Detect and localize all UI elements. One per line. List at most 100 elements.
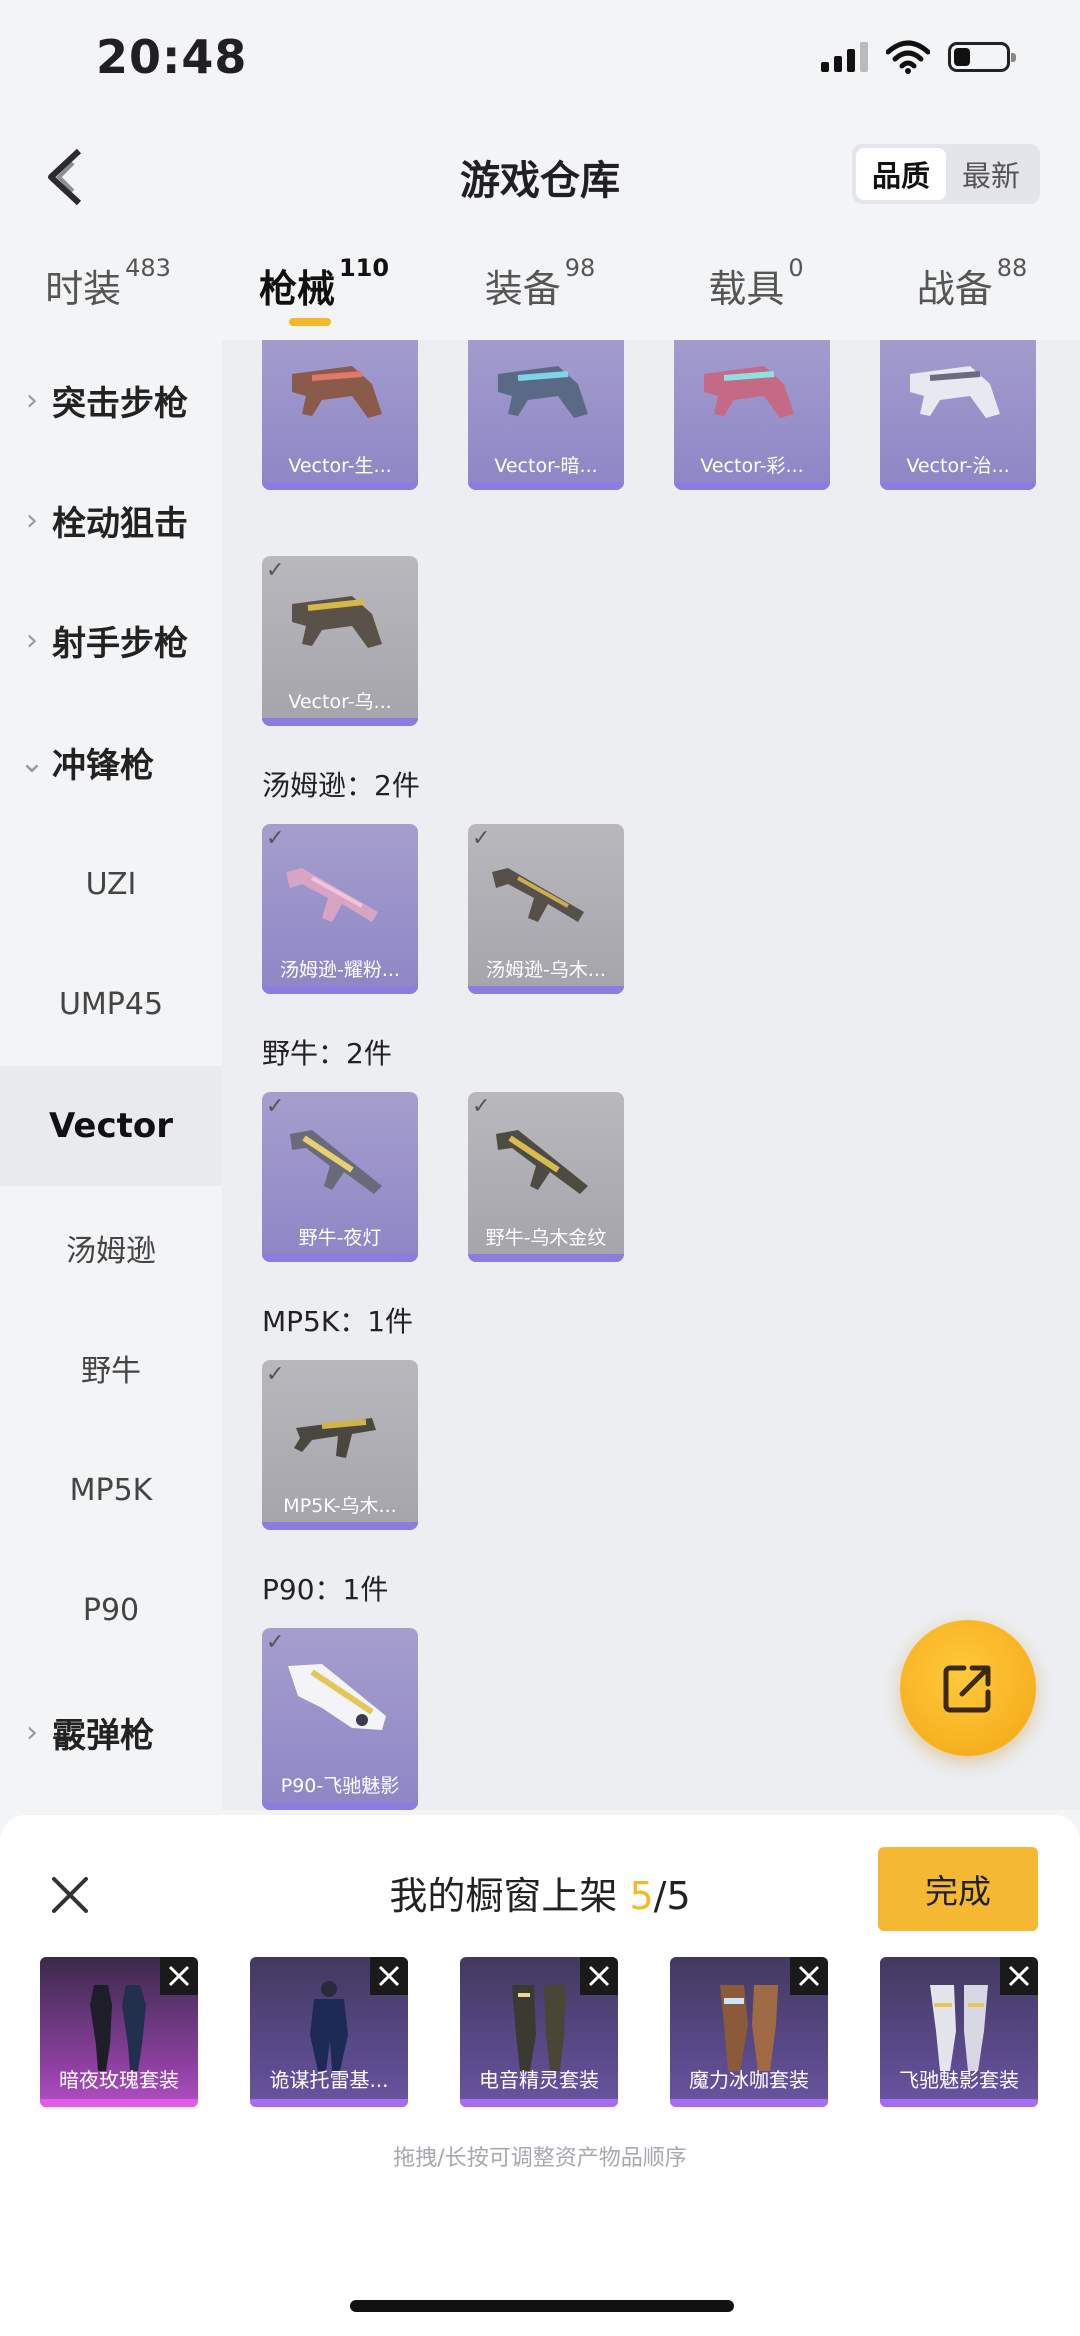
sidebar-item-bolt-sniper[interactable]: › 栓动狙击 [0,460,222,580]
tab-active-indicator [289,318,331,326]
remove-icon [588,1965,610,1987]
gun-icon [288,1664,386,1730]
outfit-icon [512,1985,566,2071]
sidebar-item-uzi[interactable]: UZI [0,824,222,944]
showcase-item[interactable]: 电音精灵套装 [460,1957,618,2107]
sidebar-item-vector[interactable]: Vector [0,1066,222,1186]
rarity-bar [468,1254,624,1262]
remove-button[interactable] [790,1957,828,1995]
remove-icon [168,1965,190,1987]
item-card[interactable]: Vector-彩... [674,340,830,490]
home-indicator[interactable] [350,2300,734,2312]
signal-icon [821,42,868,72]
gun-icon [910,366,1000,418]
item-card[interactable]: ✓ 野牛-夜灯 [262,1092,418,1262]
rarity-bar [674,482,830,490]
tab-vehicles[interactable]: 载具 0 [648,240,864,340]
outfit-icon [90,1985,146,2071]
gun-icon [292,596,382,648]
sidebar-item-thompson[interactable]: 汤姆逊 [0,1188,222,1308]
outfit-icon [930,1985,988,2071]
sidebar-item-label: Vector [48,1106,174,1146]
sidebar-item-label: UMP45 [58,986,164,1022]
rarity-bar [468,986,624,994]
item-name: Vector-生... [288,455,392,477]
item-card[interactable]: ✓ MP5K-乌木... [262,1360,418,1530]
chevron-right-icon: › [26,622,38,658]
sort-newest-button[interactable]: 最新 [946,148,1036,200]
rarity-bar [250,2099,408,2107]
item-card[interactable]: Vector-生... [262,340,418,490]
share-button[interactable] [900,1620,1036,1756]
tab-count: 98 [564,254,596,282]
sidebar-item-label: 霰弹枪 [52,1715,154,1756]
sidebar-item-label: 冲锋枪 [52,745,154,786]
sheet-count-current: 5 [629,1874,654,1918]
gun-icon [496,1130,588,1194]
item-name: 野牛-乌木金纹 [485,1227,607,1249]
gun-icon [498,366,588,418]
showcase-item[interactable]: 飞驰魅影套装 [880,1957,1038,2107]
done-button[interactable]: 完成 [878,1847,1038,1931]
item-card[interactable]: ✓ Vector-乌... [262,556,418,726]
rarity-bar [262,986,418,994]
item-name: Vector-乌... [288,691,392,713]
sheet-count-total: /5 [653,1874,691,1918]
tab-label: 装备 [484,267,561,311]
remove-button[interactable] [1000,1957,1038,1995]
sidebar-item-label: 突击步枪 [52,383,188,424]
tab-count: 483 [125,254,171,282]
showcase-item[interactable]: 魔力冰咖套装 [670,1957,828,2107]
showcase-item[interactable]: 暗夜玫瑰套装 [40,1957,198,2107]
outfit-name: 诡谋托雷基... [269,2068,389,2092]
sidebar: › 突击步枪 › 栓动狙击 › 射手步枪 ⌄ 冲锋枪 UZI UMP45 Vec… [0,340,222,1810]
chevron-right-icon: › [26,1714,38,1750]
tab-label: 枪械 [258,267,335,311]
section-title-thompson: 汤姆逊：2件 [262,769,420,802]
item-name: Vector-彩... [700,455,804,477]
sidebar-item-label: 栓动狙击 [52,503,188,544]
outfit-icon [720,1985,778,2071]
item-card[interactable]: ✓ 汤姆逊-耀粉... [262,824,418,994]
category-tabs: 时装 483 枪械 110 装备 98 载具 0 战备 88 [0,240,1080,340]
sidebar-item-bizon[interactable]: 野牛 [0,1308,222,1428]
remove-button[interactable] [160,1957,198,1995]
tab-supplies[interactable]: 战备 88 [864,240,1080,340]
tab-fashion[interactable]: 时装 483 [0,240,216,340]
sidebar-item-mp5k[interactable]: MP5K [0,1430,222,1550]
item-card[interactable]: Vector-治... [880,340,1036,490]
sort-quality-button[interactable]: 品质 [856,148,946,200]
sidebar-item-label: 射手步枪 [52,623,188,664]
sidebar-item-label: 汤姆逊 [66,1234,156,1269]
item-card[interactable]: ✓ 野牛-乌木金纹 [468,1092,624,1262]
rarity-bar [670,2099,828,2107]
showcase-item[interactable]: 诡谋托雷基... [250,1957,408,2107]
battery-icon [948,42,1016,72]
item-card[interactable]: ✓ 汤姆逊-乌木... [468,824,624,994]
gun-icon [292,366,382,418]
chevron-down-icon: ⌄ [19,744,45,780]
section-title-bizon: 野牛：2件 [262,1037,392,1070]
item-card[interactable]: ✓ P90-飞驰魅影 [262,1628,418,1810]
outfit-name: 飞驰魅影套装 [899,2068,1019,2092]
remove-button[interactable] [580,1957,618,1995]
sidebar-item-shotgun[interactable]: › 霰弹枪 [0,1672,222,1792]
sidebar-item-smg[interactable]: ⌄ 冲锋枪 [0,702,222,822]
tab-equipment[interactable]: 装备 98 [432,240,648,340]
status-bar: 20:48 [0,0,1080,120]
status-icons [821,40,1016,74]
remove-button[interactable] [370,1957,408,1995]
remove-icon [1008,1965,1030,1987]
sidebar-item-p90[interactable]: P90 [0,1550,222,1670]
item-card[interactable]: Vector-暗... [468,340,624,490]
rarity-bar [880,482,1036,490]
sidebar-item-ump45[interactable]: UMP45 [0,944,222,1064]
item-name: P90-飞驰魅影 [280,1775,400,1797]
sidebar-item-assault-rifle[interactable]: › 突击步枪 [0,340,222,460]
rarity-bar [262,1254,418,1262]
rarity-bar [880,2099,1038,2107]
chevron-right-icon: › [26,382,38,418]
gun-icon [492,868,584,922]
tab-guns[interactable]: 枪械 110 [216,240,432,340]
sidebar-item-marksman-rifle[interactable]: › 射手步枪 [0,580,222,700]
